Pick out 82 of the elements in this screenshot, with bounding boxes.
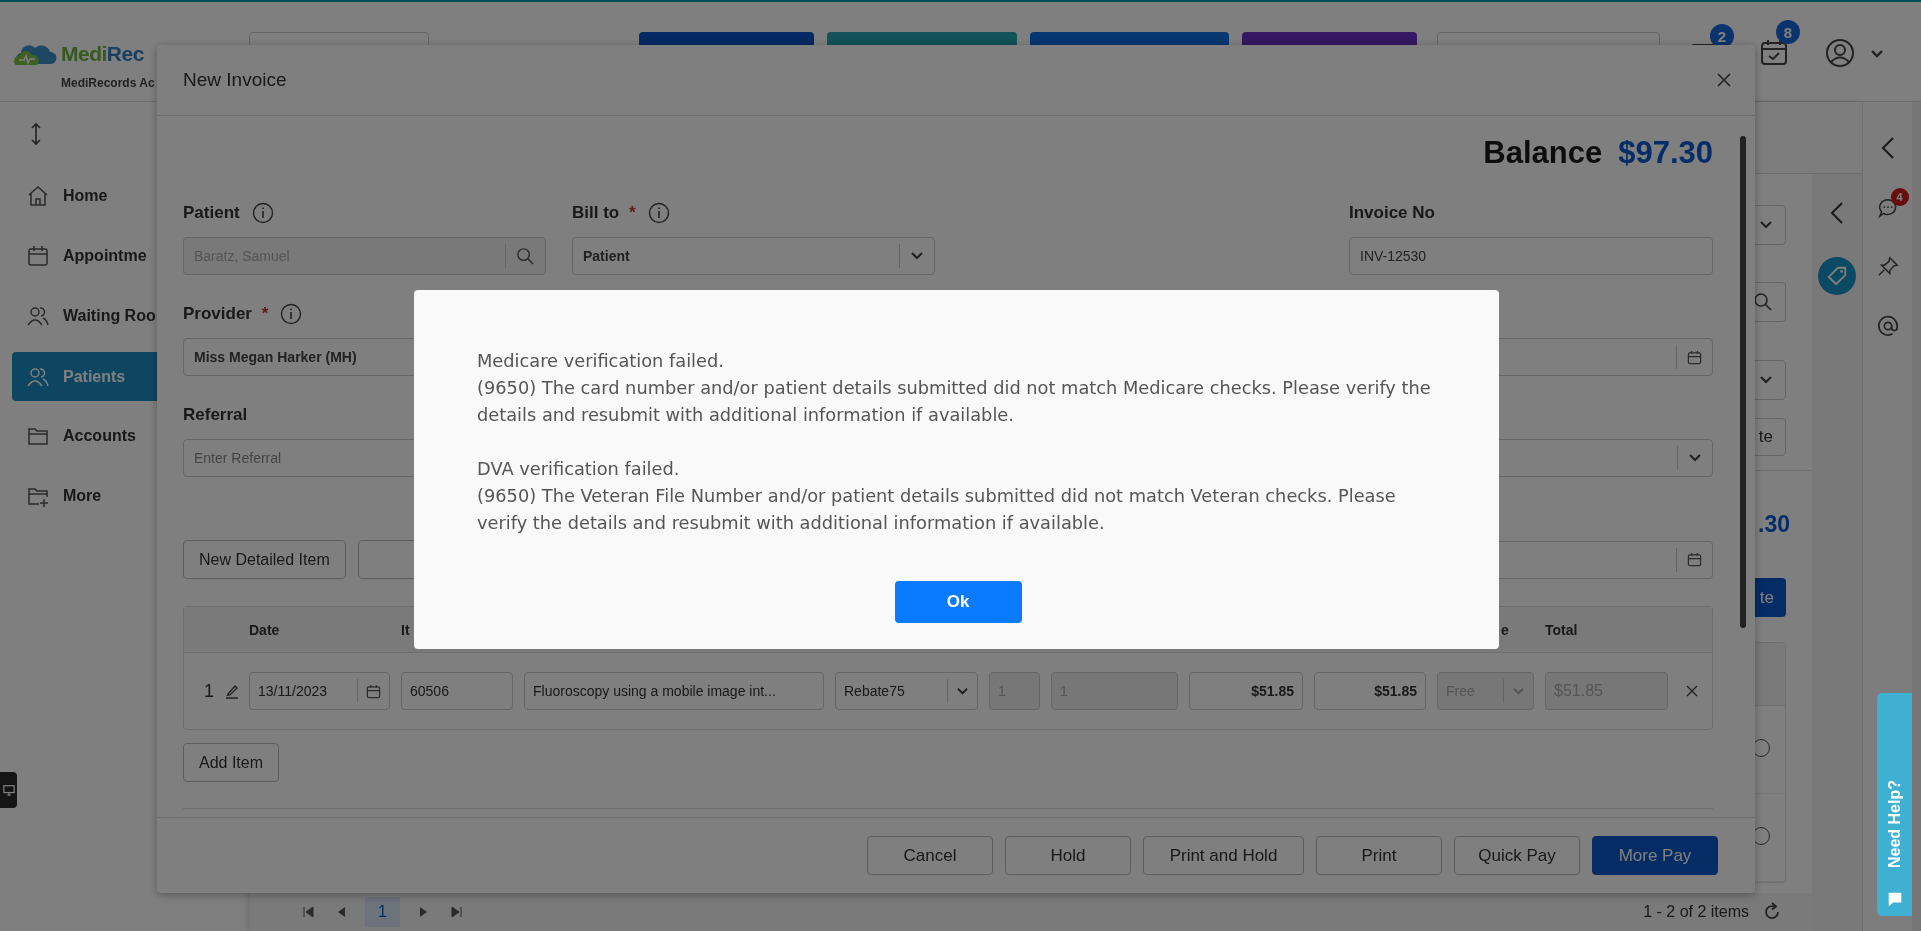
first-page-icon[interactable] xyxy=(302,906,314,918)
new-detailed-item-button[interactable]: New Detailed Item xyxy=(183,540,346,579)
folder-icon xyxy=(27,425,49,447)
count-badge: 4 xyxy=(1890,188,1909,206)
cloud-logo-icon xyxy=(13,42,57,66)
field-label: Invoice No xyxy=(1349,203,1435,223)
row-number: 1 xyxy=(203,680,214,702)
balance-amount: $97.30 xyxy=(1618,135,1713,171)
chevron-left-icon[interactable] xyxy=(1880,136,1895,160)
calendar-icon xyxy=(1687,349,1702,365)
column-header: e xyxy=(1500,621,1510,638)
error-message: DVA verification failed. (9650) The Veteran File Number and/or patient details submitted did not match Veteran checks. Please verify the details and resubmit with additional information if available. xyxy=(477,457,1397,535)
search-icon xyxy=(1753,292,1773,312)
field-label: Bill to * xyxy=(572,203,636,223)
amount-text: .30 xyxy=(1758,511,1790,538)
column-header: Date xyxy=(249,621,281,638)
people-icon xyxy=(27,365,49,388)
field-label: Referral xyxy=(183,405,248,425)
footer-button[interactable]: Print and Hold xyxy=(1143,836,1304,875)
date-field[interactable]: 13/11/2023 xyxy=(249,672,390,710)
at-sign-icon[interactable] xyxy=(1876,315,1899,337)
footer-button[interactable]: Cancel xyxy=(867,836,993,875)
calendar-icon xyxy=(366,683,381,699)
chevron-down-icon xyxy=(956,686,969,696)
footer-button[interactable]: Quick Pay xyxy=(1454,836,1580,875)
tag-button[interactable] xyxy=(1818,257,1856,295)
column-header: Total xyxy=(1545,621,1579,638)
calendar-check-icon[interactable] xyxy=(1760,38,1788,66)
bill-to-select[interactable]: Patient xyxy=(572,237,935,275)
tag-icon xyxy=(1826,265,1848,287)
invoice-number-field[interactable]: INV-12530 xyxy=(1349,237,1713,275)
field-label: Provider * xyxy=(183,304,269,324)
last-page-icon[interactable] xyxy=(451,906,463,918)
field-label: Patient xyxy=(183,203,240,223)
item-number-field[interactable]: 60506 xyxy=(401,672,513,710)
close-icon[interactable] xyxy=(1716,72,1732,88)
pencil-icon[interactable] xyxy=(225,683,239,699)
info-icon[interactable] xyxy=(251,202,274,224)
footer-button[interactable]: More Pay xyxy=(1592,836,1718,875)
description-field[interactable]: Fluoroscopy using a mobile image int... xyxy=(524,672,824,710)
count-badge: 2 xyxy=(1710,24,1734,48)
chevron-down-icon xyxy=(910,251,924,261)
pin-icon[interactable] xyxy=(1876,256,1899,278)
add-item-button[interactable]: Add Item xyxy=(183,743,280,782)
help-tab[interactable]: Need Help? xyxy=(1877,693,1912,916)
brand-name: MediRec xyxy=(61,42,144,66)
rebate-select[interactable]: Rebate75 xyxy=(835,672,978,710)
calendar-icon xyxy=(1687,552,1702,567)
scrollbar[interactable] xyxy=(1912,102,1921,931)
chevron-down-icon xyxy=(1759,375,1773,385)
refresh-icon[interactable] xyxy=(1762,902,1782,922)
expand-vertical-icon[interactable] xyxy=(30,122,42,146)
calendar-icon xyxy=(27,245,49,267)
fee-field[interactable]: $51.85 xyxy=(1314,672,1426,710)
footer-button[interactable]: Hold xyxy=(1005,836,1131,875)
column-header: It xyxy=(401,621,411,638)
close-icon[interactable] xyxy=(1686,685,1698,697)
user-avatar-icon[interactable] xyxy=(1825,38,1855,68)
fee-field[interactable]: $51.85 xyxy=(1189,672,1303,710)
monitor-icon xyxy=(2,784,15,796)
chevron-down-icon xyxy=(1512,686,1525,696)
chevron-down-icon[interactable] xyxy=(1870,49,1884,59)
count-badge: 8 xyxy=(1776,20,1800,44)
people-icon xyxy=(27,305,49,327)
page-button[interactable]: 1 xyxy=(365,897,400,927)
chevron-left-icon[interactable] xyxy=(1830,201,1844,225)
info-icon[interactable] xyxy=(647,202,670,224)
home-icon xyxy=(27,185,49,207)
chevron-down-icon xyxy=(1759,220,1773,230)
error-message: Medicare verification failed. (9650) The card number and/or patient details submitted did not match Medicare checks. Please verify the details and resubmit with additional information if available. xyxy=(477,349,1432,427)
chevron-down-icon xyxy=(1688,453,1702,463)
search-icon xyxy=(516,246,535,266)
pager-summary: 1 - 2 of 2 items xyxy=(1643,903,1749,921)
dialog-title: New Invoice xyxy=(183,69,288,91)
monitor-button[interactable] xyxy=(0,772,17,808)
footer-button[interactable]: Print xyxy=(1316,836,1442,875)
folder-plus-icon xyxy=(27,485,49,507)
balance-label: Balance xyxy=(1483,135,1603,171)
ok-button[interactable]: Ok xyxy=(894,581,1022,623)
info-icon[interactable] xyxy=(280,303,303,325)
brand-caption: MediRecords Ac xyxy=(61,76,155,90)
scrollbar[interactable] xyxy=(1740,136,1746,628)
